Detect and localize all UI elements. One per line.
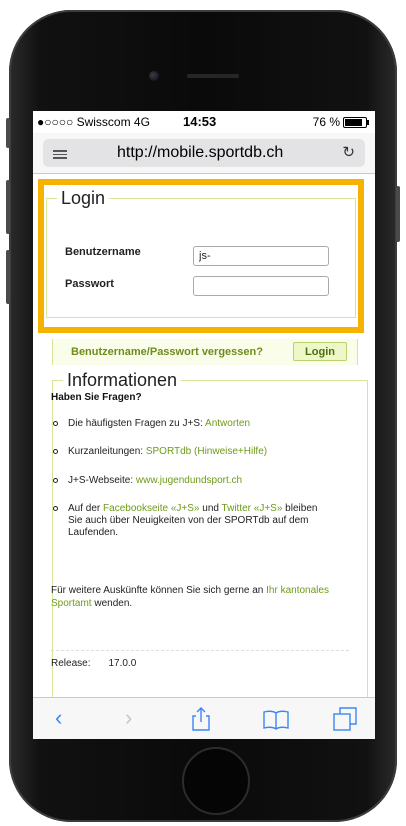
volume-down-button [6, 250, 10, 304]
url-text[interactable]: http://mobile.sportdb.ch [117, 144, 283, 162]
contact-text: Für weitere Auskünfte können Sie sich ge… [51, 585, 267, 596]
phone-frame: ●○○○○ Swisscom 4G 14:53 76 % http://mobi… [6, 10, 400, 822]
info-legend: Informationen [67, 370, 178, 390]
login-legend: Login [61, 188, 106, 208]
bullet-icon [53, 420, 58, 426]
username-label: Benutzername [65, 246, 141, 258]
list-item: Kurzanleitungen: SPORTdb (Hinweise+Hilfe… [53, 446, 353, 458]
facebook-link[interactable]: Facebookseite «J+S» [103, 503, 199, 514]
password-label: Passwort [65, 278, 114, 290]
camera [149, 71, 159, 81]
battery-icon [343, 116, 369, 128]
status-bar: ●○○○○ Swisscom 4G 14:53 76 % [33, 111, 375, 133]
item-text: Die häufigsten Fragen zu J+S: [68, 418, 206, 429]
power-button [396, 186, 400, 242]
contact-text: wenden. [91, 598, 133, 609]
release-info: Release: 17.0.0 [51, 658, 136, 669]
battery-indicator: 76 % [312, 115, 369, 129]
website-link[interactable]: www.jugendundsport.ch [136, 475, 242, 486]
home-button[interactable] [182, 747, 250, 815]
twitter-link[interactable]: Twitter «J+S» [222, 503, 283, 514]
chevron-left-icon[interactable]: ‹ [55, 704, 62, 732]
item-text: Kurzanleitungen: [68, 446, 146, 457]
clock: 14:53 [183, 114, 217, 129]
chevron-right-icon[interactable]: › [125, 704, 132, 732]
list-item: J+S-Webseite: www.jugendundsport.ch [53, 475, 353, 487]
divider [51, 650, 349, 651]
forgot-password-link[interactable]: Benutzername/Passwort vergessen? [71, 346, 263, 358]
release-value: 17.0.0 [108, 658, 137, 669]
list-item: Auf der Facebookseite «J+S» und Twitter … [53, 503, 353, 539]
reload-icon[interactable]: ↻ [342, 143, 355, 161]
tabs-icon[interactable] [333, 707, 357, 738]
password-input[interactable] [193, 276, 329, 296]
faq-heading: Haben Sie Fragen? [51, 392, 142, 403]
address-bar: http://mobile.sportdb.ch ↻ [33, 133, 375, 174]
item-text: Auf der [68, 503, 104, 514]
url-field[interactable]: http://mobile.sportdb.ch ↻ [43, 139, 365, 167]
bullet-icon [53, 448, 58, 454]
web-content: Login Benutzername Passwort Benutzername… [33, 174, 375, 710]
screen: ●○○○○ Swisscom 4G 14:53 76 % http://mobi… [33, 111, 375, 739]
login-actions: Benutzername/Passwort vergessen? Login [52, 339, 358, 365]
battery-percent: 76 % [312, 115, 340, 129]
bullet-icon [53, 477, 58, 483]
release-label: Release: [51, 658, 91, 669]
list-item: Die häufigsten Fragen zu J+S: Antworten [53, 418, 353, 430]
item-text: J+S-Webseite: [68, 475, 136, 486]
answers-link[interactable]: Antworten [205, 418, 250, 429]
speaker-grille [187, 74, 239, 78]
reader-menu-icon[interactable] [53, 148, 67, 161]
contact-paragraph: Für weitere Auskünfte können Sie sich ge… [51, 584, 351, 610]
guide-link[interactable]: SPORTdb (Hinweise+Hilfe) [146, 446, 267, 457]
item-text: und [199, 503, 222, 514]
mute-switch [6, 118, 10, 148]
carrier-label: ●○○○○ Swisscom 4G [37, 115, 150, 129]
book-icon[interactable] [263, 709, 289, 737]
bullet-icon [53, 505, 58, 511]
share-icon[interactable] [191, 707, 211, 738]
volume-up-button [6, 180, 10, 234]
safari-toolbar: ‹ › [33, 697, 375, 739]
username-input[interactable] [193, 246, 329, 266]
login-button[interactable]: Login [293, 342, 347, 361]
